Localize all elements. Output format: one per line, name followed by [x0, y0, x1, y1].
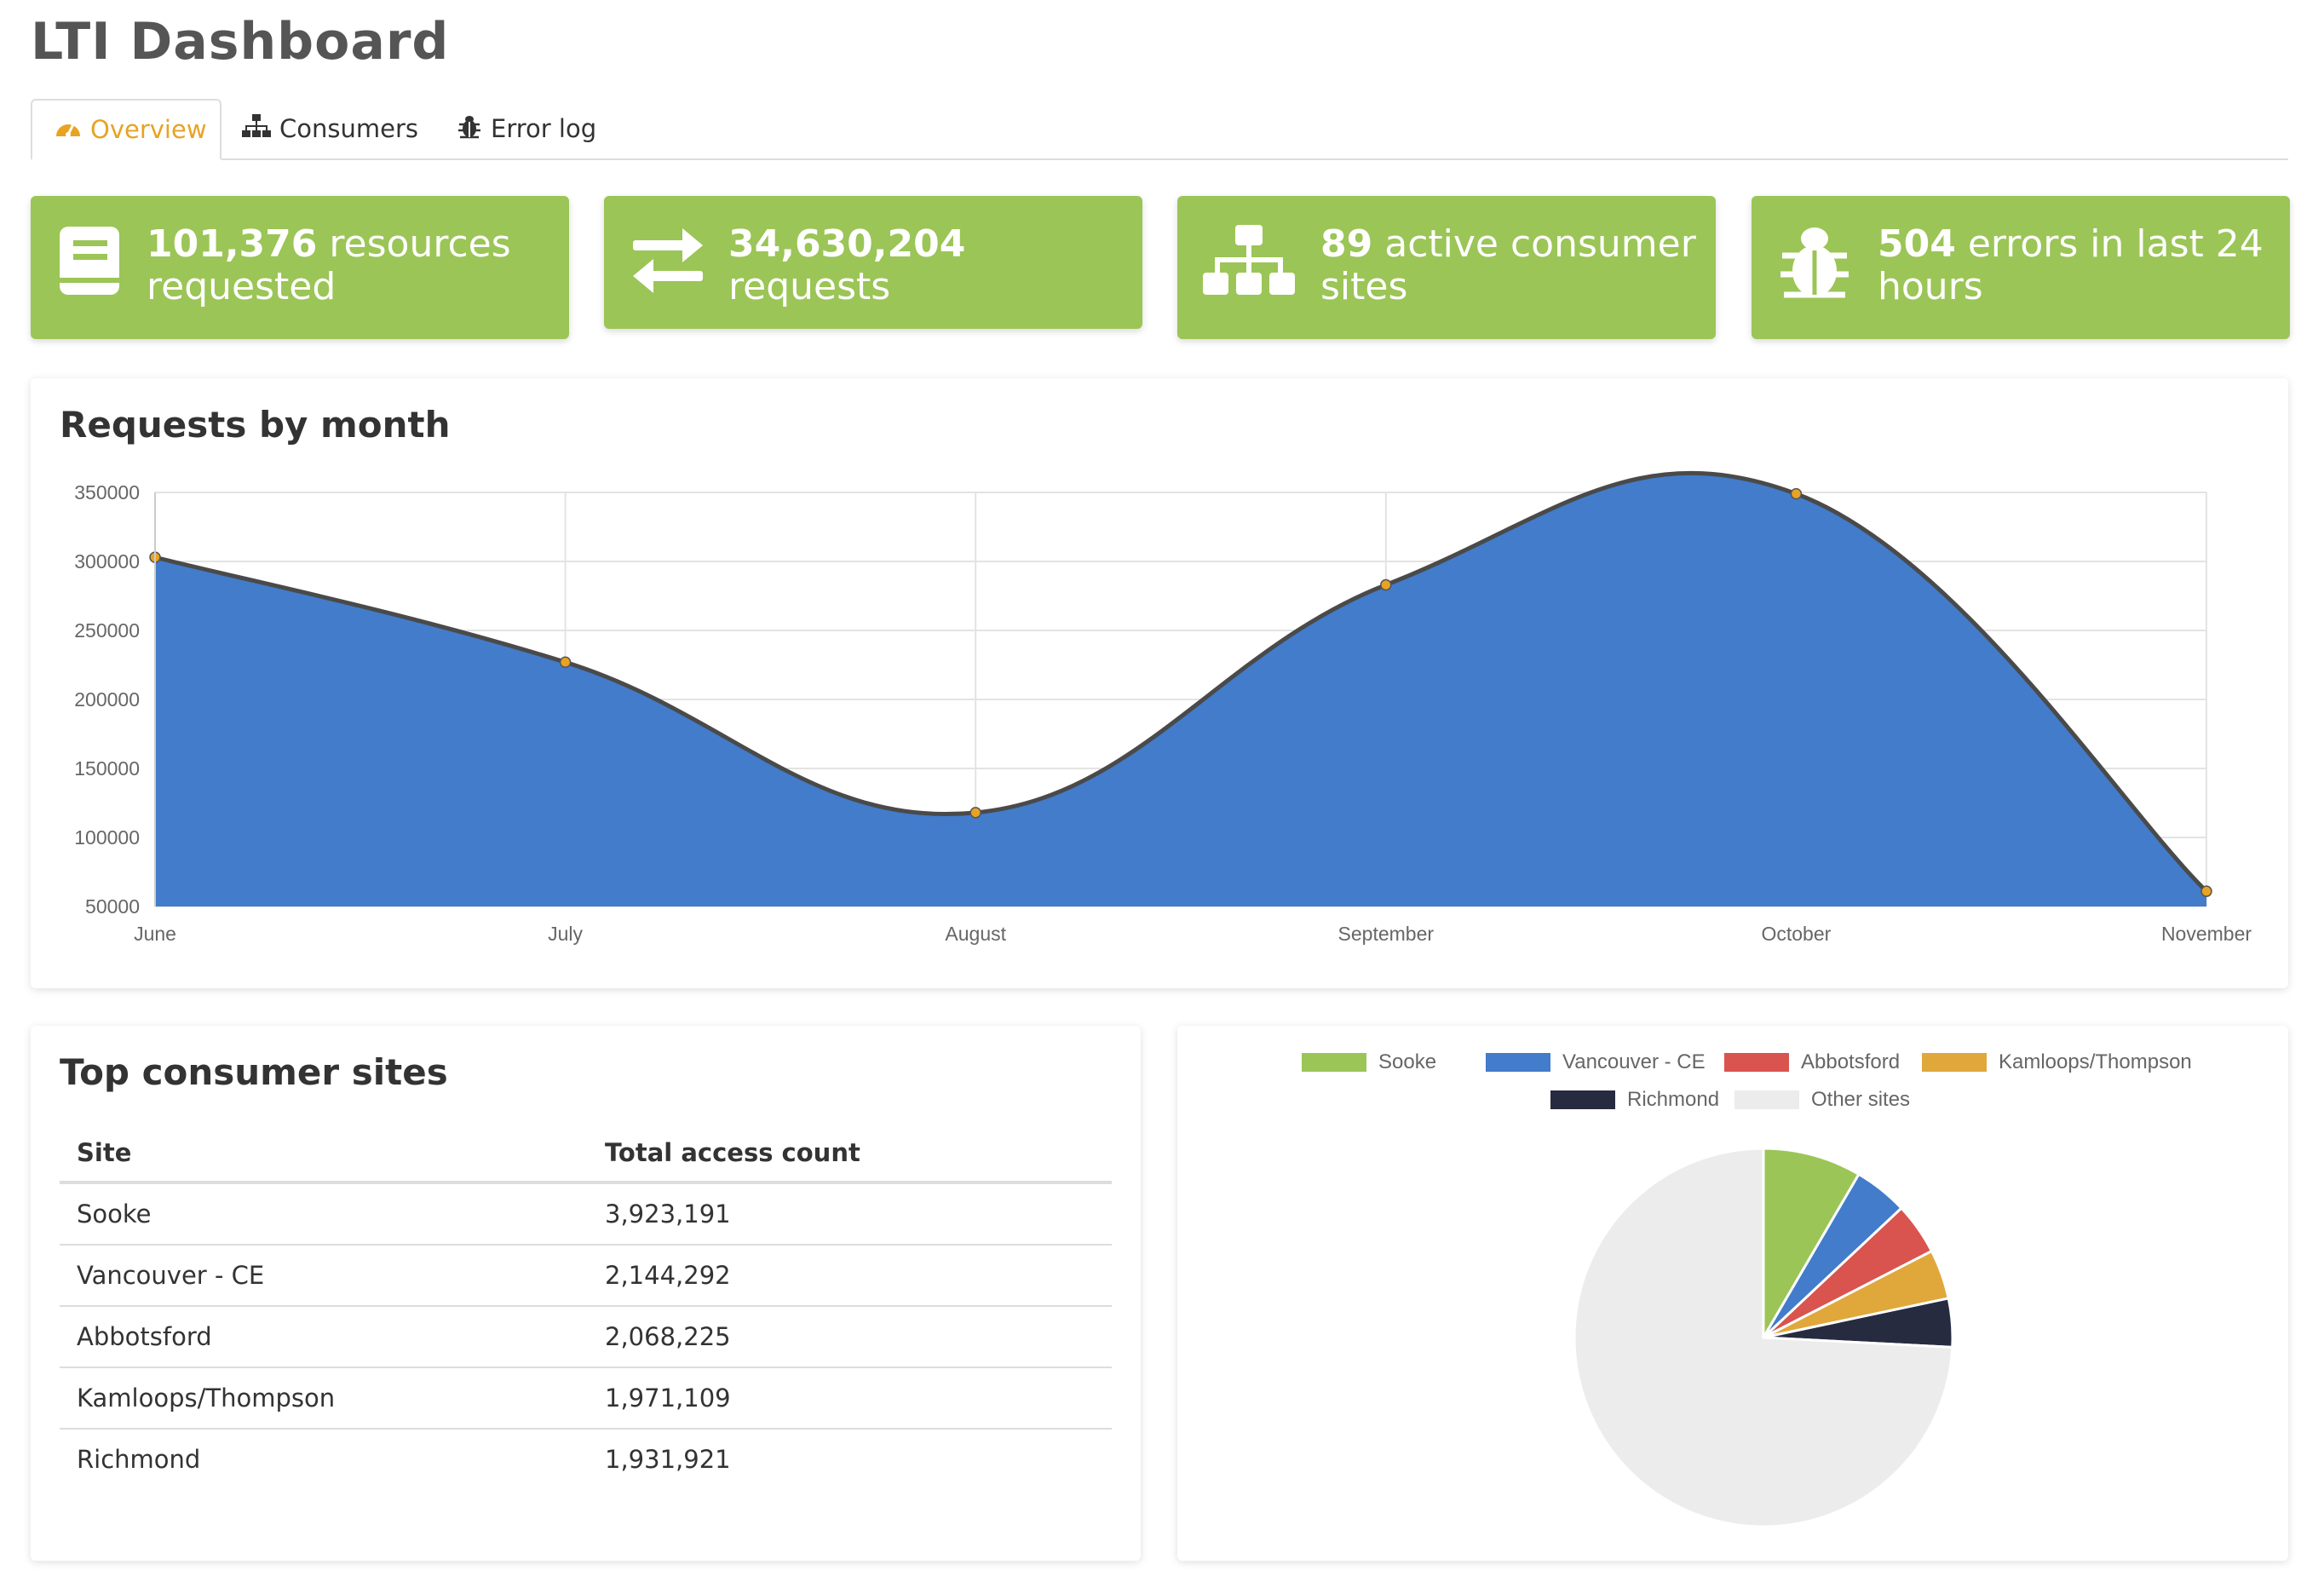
data-point [1380, 578, 1392, 591]
sitemap-icon [242, 113, 279, 145]
stat-card-requests: 34,630,204 requests [604, 196, 1142, 329]
table-row: Richmond 1,931,921 [60, 1430, 1112, 1489]
y-tick-label: 350000 [74, 481, 140, 503]
stat-text: 34,630,204 requests [728, 223, 1125, 308]
table-row: Vancouver - CE 2,144,292 [60, 1246, 1112, 1307]
sitemap-icon [1203, 225, 1297, 310]
y-tick-label: 300000 [74, 550, 140, 572]
stat-text: 89 active consumer sites [1320, 223, 1699, 308]
bug-icon [1777, 223, 1850, 308]
tab-consumers[interactable]: Consumers [242, 99, 418, 158]
table-row: Abbotsford 2,068,225 [60, 1307, 1112, 1368]
y-tick-label: 50000 [85, 895, 140, 918]
dashboard-icon [55, 115, 90, 144]
x-tick-label: August [945, 923, 1006, 945]
site-cell: Sooke [77, 1200, 152, 1228]
column-header-count: Total access count [605, 1138, 860, 1167]
site-cell: Vancouver - CE [77, 1261, 265, 1290]
stat-value: 89 [1320, 222, 1373, 266]
y-tick-label: 200000 [74, 688, 140, 711]
sites-pie-chart [1573, 1147, 1954, 1528]
table-row: Sooke 3,923,191 [60, 1184, 1112, 1246]
data-point [969, 807, 981, 819]
count-cell: 3,923,191 [605, 1200, 731, 1228]
y-tick-label: 100000 [74, 826, 140, 849]
site-cell: Richmond [77, 1445, 201, 1474]
table-row: Kamloops/Thompson 1,971,109 [60, 1368, 1112, 1430]
data-point [1790, 487, 1803, 500]
x-tick-label: July [548, 923, 583, 945]
tab-error-log[interactable]: Error log [457, 99, 596, 158]
stat-value: 504 [1878, 222, 1956, 266]
stat-label: requests [728, 265, 891, 308]
site-cell: Kamloops/Thompson [77, 1384, 336, 1413]
tab-bar: Overview Consumers Error log [31, 99, 2288, 160]
tab-overview[interactable]: Overview [31, 99, 221, 160]
stat-label: active consumer sites [1320, 222, 1696, 308]
page-title: LTI Dashboard [31, 12, 450, 72]
stat-value: 34,630,204 [728, 222, 966, 266]
tab-consumers-label: Consumers [279, 114, 418, 143]
bug-icon [457, 113, 491, 145]
table-header-row: Site Total access count [60, 1125, 1112, 1184]
x-tick-label: November [2161, 923, 2252, 945]
count-cell: 2,068,225 [605, 1322, 731, 1351]
sites-panel-title: Top consumer sites [60, 1051, 448, 1093]
y-tick-label: 150000 [74, 757, 140, 780]
area-fill [155, 473, 2206, 906]
stat-card-errors: 504 errors in last 24 hours [1752, 196, 2290, 339]
book-icon [56, 222, 129, 307]
x-tick-label: September [1338, 923, 1435, 945]
tab-error-log-label: Error log [491, 114, 597, 143]
stat-card-resources: 101,376 resources requested [31, 196, 569, 339]
site-cell: Abbotsford [77, 1322, 212, 1351]
x-tick-label: June [134, 923, 176, 945]
data-point [2200, 885, 2212, 897]
count-cell: 1,971,109 [605, 1384, 731, 1413]
count-cell: 1,931,921 [605, 1445, 731, 1474]
stat-text: 504 errors in last 24 hours [1878, 223, 2273, 308]
requests-area-chart: 350000 300000 250000 200000 150000 100000 5000… [74, 470, 2252, 945]
stat-card-consumer-sites: 89 active consumer sites [1177, 196, 1716, 339]
data-point [559, 656, 572, 669]
requests-panel: Requests by month 350000 300000 250000 2000… [31, 378, 2288, 988]
stat-text: 101,376 resources requested [147, 223, 552, 308]
tab-overview-label: Overview [90, 115, 207, 144]
column-header-site: Site [77, 1138, 132, 1167]
exchange-icon [630, 228, 703, 314]
x-tick-label: October [1761, 923, 1831, 945]
sites-table: Site Total access count Sooke 3,923,191 … [60, 1125, 1112, 1489]
y-tick-label: 250000 [74, 619, 140, 642]
stat-value: 101,376 [147, 222, 318, 266]
count-cell: 2,144,292 [605, 1261, 731, 1290]
pie-panel: Sooke Vancouver - CE Abbotsford Kamloops/Th… [1177, 1026, 2288, 1561]
